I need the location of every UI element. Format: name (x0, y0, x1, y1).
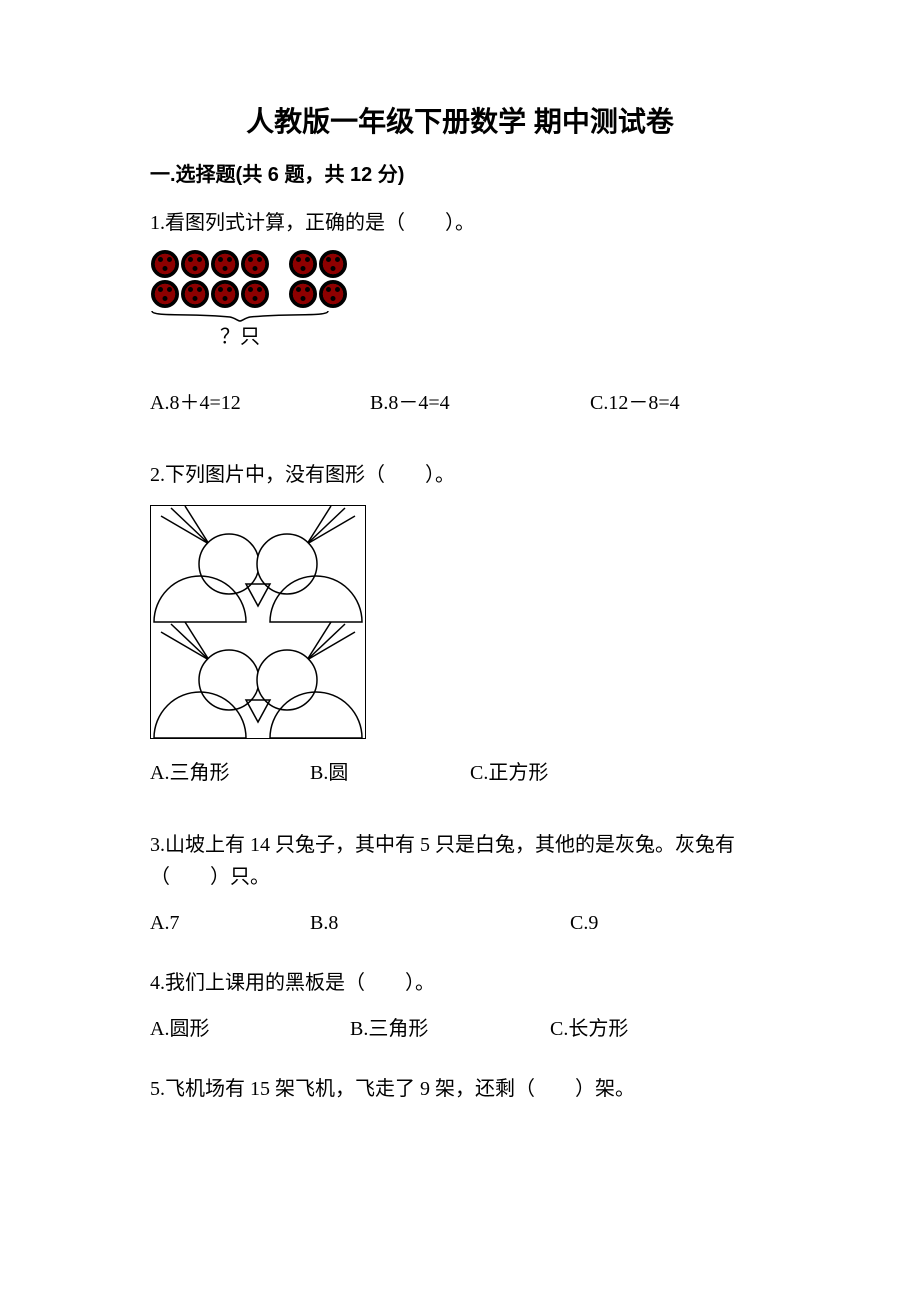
question-1: 1.看图列式计算，正确的是（ ）。 (150, 207, 770, 419)
ladybug-icon (151, 250, 179, 278)
option-c: C.长方形 (550, 1013, 750, 1045)
option-c: C.正方形 (470, 757, 630, 789)
question-1-figure: ？只 (150, 249, 770, 353)
question-3: 3.山坡上有 14 只兔子，其中有 5 只是白兔，其他的是灰兔。灰兔有（ ）只。… (150, 829, 770, 939)
question-2: 2.下列图片中，没有图形（ ）。 (150, 459, 770, 789)
brace-label: ？只 (150, 321, 330, 353)
question-2-text: 2.下列图片中，没有图形（ ）。 (150, 459, 770, 491)
question-2-options: A.三角形 B.圆 C.正方形 (150, 757, 770, 789)
ladybug-row-2 (150, 279, 770, 309)
option-a: A.7 (150, 907, 310, 939)
question-1-options: A.8＋4=12 B.8－4=4 C.12－8=4 (150, 387, 770, 419)
question-4: 4.我们上课用的黑板是（ ）。 A.圆形 B.三角形 C.长方形 (150, 967, 770, 1045)
question-3-options: A.7 B.8 C.9 (150, 907, 770, 939)
option-a: A.8＋4=12 (150, 387, 370, 419)
ladybug-row-1 (150, 249, 770, 279)
question-5-text: 5.飞机场有 15 架飞机，飞走了 9 架，还剩（ ）架。 (150, 1073, 770, 1105)
ladybug-icon (151, 280, 179, 308)
option-b: B.8 (310, 907, 570, 939)
ladybug-icon (289, 250, 317, 278)
option-b: B.三角形 (350, 1013, 550, 1045)
ladybug-icon (181, 280, 209, 308)
option-a: A.圆形 (150, 1013, 350, 1045)
option-b: B.圆 (310, 757, 470, 789)
ladybug-icon (319, 280, 347, 308)
question-3-text: 3.山坡上有 14 只兔子，其中有 5 只是白兔，其他的是灰兔。灰兔有（ ）只。 (150, 829, 770, 893)
ladybug-icon (319, 250, 347, 278)
ladybug-icon (211, 250, 239, 278)
option-b: B.8－4=4 (370, 387, 590, 419)
question-4-options: A.圆形 B.三角形 C.长方形 (150, 1013, 770, 1045)
option-c: C.12－8=4 (590, 387, 790, 419)
option-c: C.9 (570, 907, 770, 939)
question-5: 5.飞机场有 15 架飞机，飞走了 9 架，还剩（ ）架。 (150, 1073, 770, 1105)
question-2-figure (150, 505, 366, 739)
question-4-text: 4.我们上课用的黑板是（ ）。 (150, 967, 770, 999)
ladybug-icon (211, 280, 239, 308)
ladybug-icon (241, 280, 269, 308)
exam-page: 人教版一年级下册数学 期中测试卷 一.选择题(共 6 题，共 12 分) 1.看… (0, 0, 920, 1193)
section-heading: 一.选择题(共 6 题，共 12 分) (150, 158, 770, 187)
option-a: A.三角形 (150, 757, 310, 789)
page-title: 人教版一年级下册数学 期中测试卷 (150, 100, 770, 140)
ladybug-icon (181, 250, 209, 278)
curly-brace: ？只 (150, 309, 330, 353)
ladybug-icon (241, 250, 269, 278)
ladybug-icon (289, 280, 317, 308)
question-1-text: 1.看图列式计算，正确的是（ ）。 (150, 207, 770, 239)
